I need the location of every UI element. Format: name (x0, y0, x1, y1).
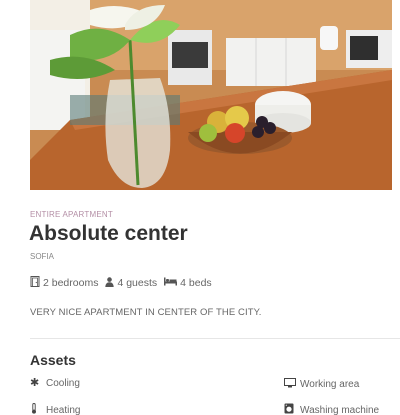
asset-working-area: Working area (284, 378, 359, 391)
asset-label: Heating (46, 404, 81, 415)
snowflake-icon: ✱ (30, 377, 40, 389)
washing-machine-icon (284, 403, 298, 415)
assets-heading: Assets (30, 352, 76, 368)
listing-title: Absolute center (29, 222, 188, 245)
asset-washing-machine: Washing machine (284, 403, 379, 415)
guests-label: 4 guests (117, 277, 158, 289)
kitchen-photo-illustration (30, 0, 392, 190)
listing-features: 2 bedrooms 4 guests 4 beds (30, 276, 219, 290)
door-icon (30, 276, 40, 290)
user-icon (105, 276, 115, 290)
section-divider (30, 338, 400, 339)
asset-heating: Heating (30, 403, 80, 415)
asset-cooling: ✱ Cooling (30, 377, 80, 390)
listing-photo[interactable] (30, 0, 392, 190)
bed-icon (164, 277, 178, 289)
feature-bedrooms: 2 bedrooms (30, 276, 98, 290)
thermometer-icon (30, 403, 44, 415)
beds-label: 4 beds (180, 277, 212, 289)
listing-description: VERY NICE APARTMENT IN CENTER OF THE CIT… (30, 307, 262, 318)
bedrooms-label: 2 bedrooms (43, 277, 99, 289)
feature-beds: 4 beds (164, 277, 212, 289)
asset-label: Working area (300, 379, 360, 390)
asset-label: Washing machine (300, 404, 380, 415)
listing-type: ENTIRE APARTMENT (30, 210, 113, 219)
asset-label: Cooling (46, 378, 80, 389)
monitor-icon (284, 378, 298, 391)
listing-city: SOFIA (30, 252, 55, 261)
feature-guests: 4 guests (105, 276, 158, 290)
